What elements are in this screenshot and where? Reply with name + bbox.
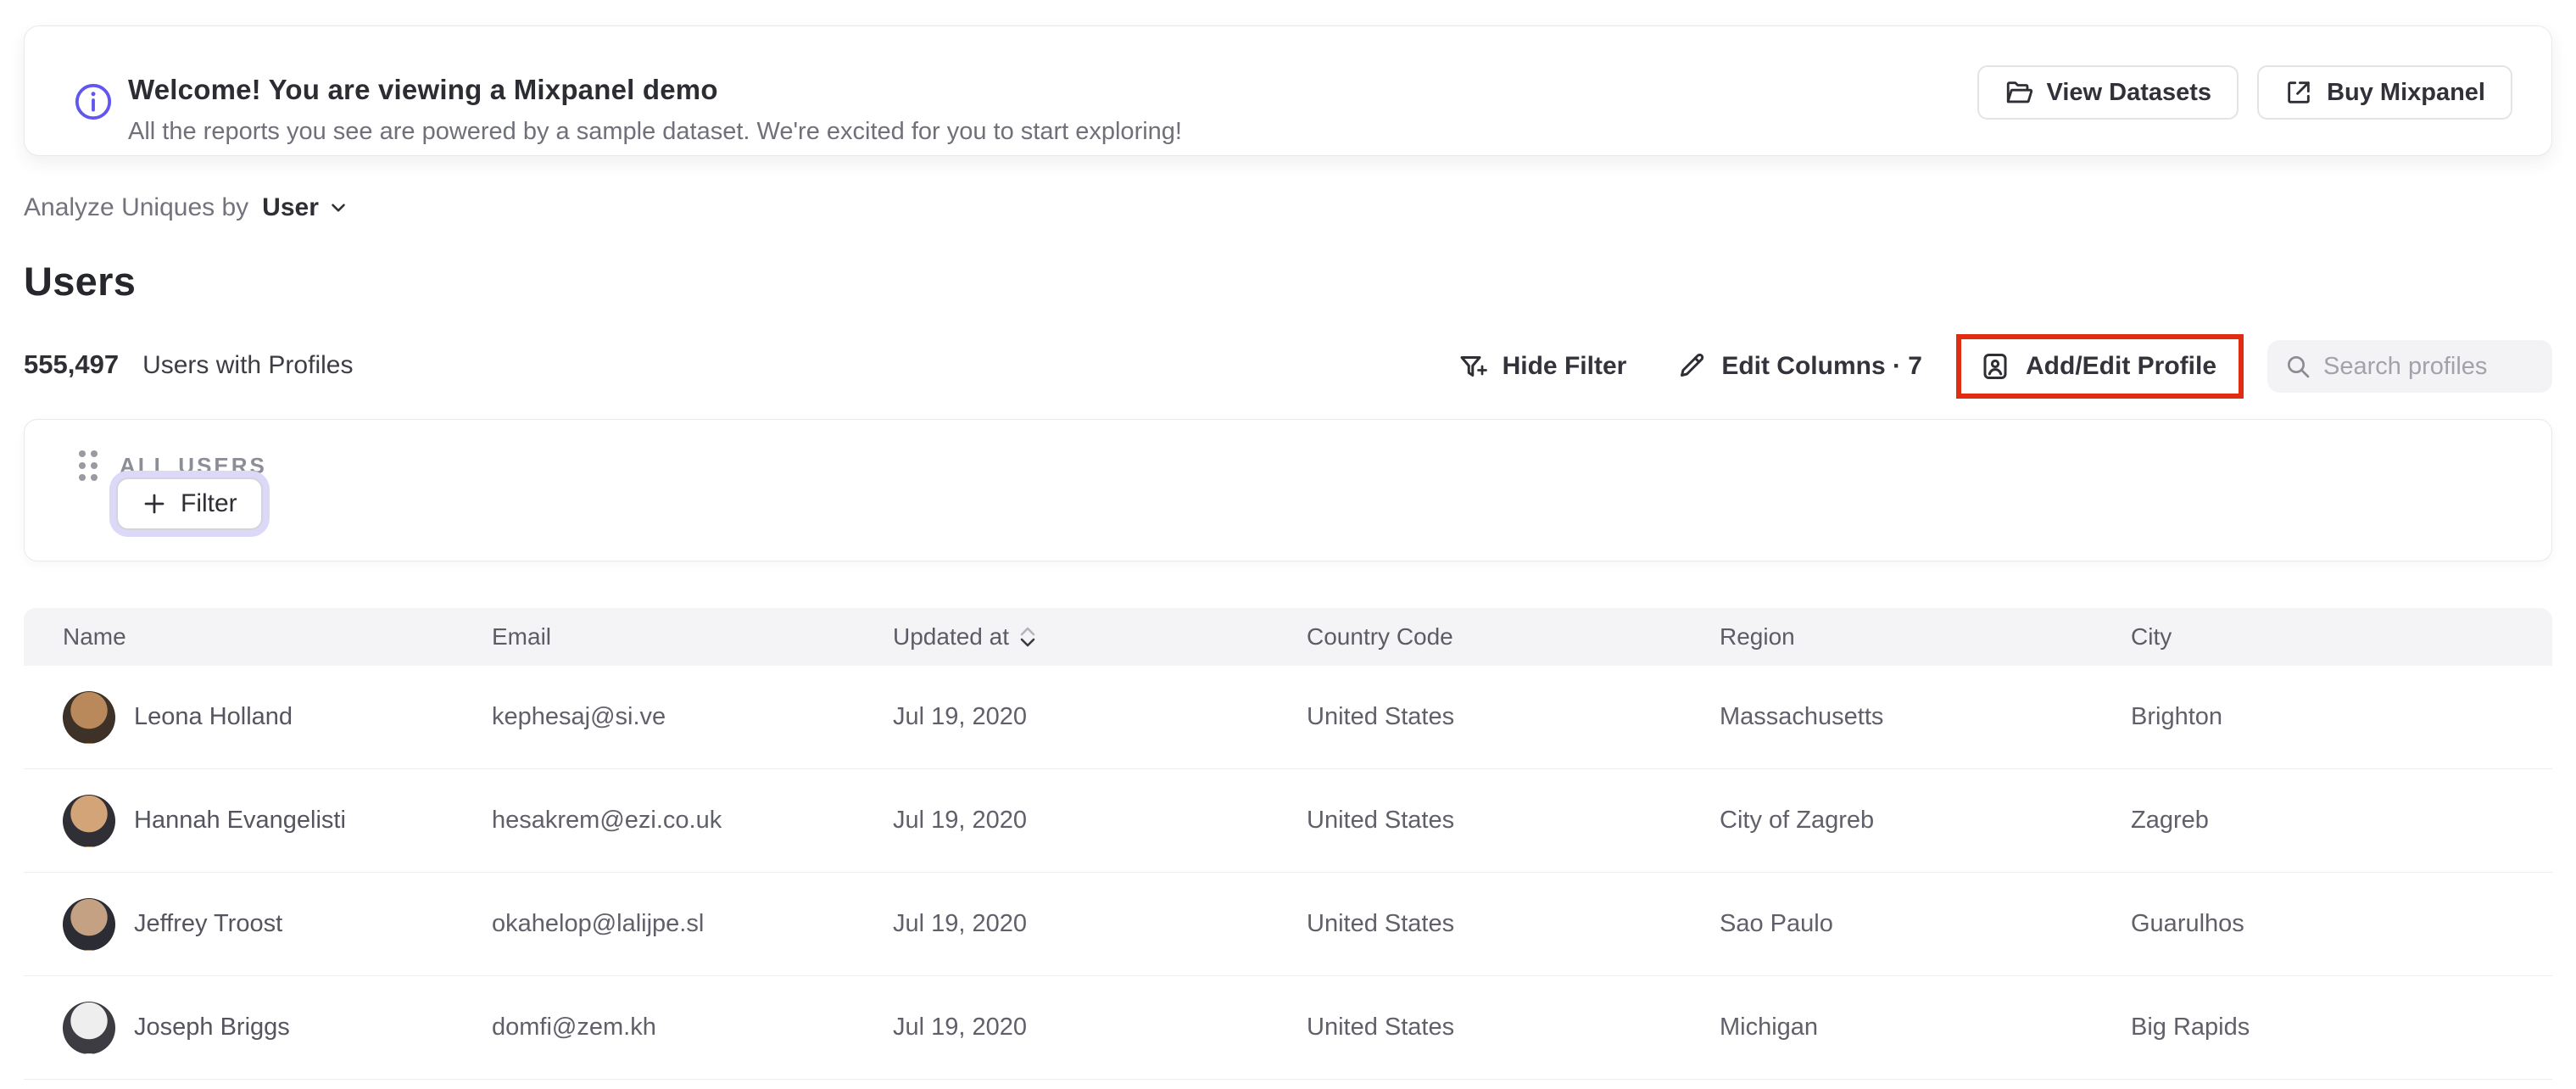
add-filter-label: Filter <box>181 489 237 517</box>
view-datasets-button[interactable]: View Datasets <box>1977 65 2239 120</box>
cell-city: Big Rapids <box>2131 1014 2250 1041</box>
search-profiles-box[interactable] <box>2267 340 2552 393</box>
cell-city: Guarulhos <box>2131 910 2244 937</box>
info-icon <box>75 83 112 120</box>
filter-panel: ALL USERS Filter <box>24 419 2552 561</box>
column-header-updated-at[interactable]: Updated at <box>854 608 1268 666</box>
avatar <box>63 897 115 951</box>
banner-title: Welcome! You are viewing a Mixpanel demo <box>128 74 718 105</box>
cell-email: okahelop@lalijpe.sl <box>492 910 705 937</box>
cell-email: domfi@zem.kh <box>492 1014 656 1041</box>
banner-actions: View Datasets Buy Mixpanel <box>1977 65 2512 120</box>
search-icon <box>2288 356 2310 378</box>
analyze-uniques-row: Analyze Uniques by User <box>24 193 349 222</box>
analyze-uniques-label: Analyze Uniques by <box>24 193 249 221</box>
analyze-by-dropdown[interactable]: User <box>262 193 349 222</box>
edit-columns-label: Edit Columns · 7 <box>1721 352 1922 380</box>
annotation-highlight-box: Add/Edit Profile <box>1956 334 2244 399</box>
cell-country-code: United States <box>1307 807 1455 834</box>
cell-country-code: United States <box>1307 910 1455 937</box>
cell-email: kephesaj@si.ve <box>492 703 666 730</box>
profiles-count-row: 555,497 Users with Profiles <box>24 349 353 380</box>
profiles-count-label: Users with Profiles <box>142 351 354 379</box>
cell-country-code: United States <box>1307 703 1455 730</box>
cell-city: Brighton <box>2131 703 2223 730</box>
demo-banner: Welcome! You are viewing a Mixpanel demo… <box>24 25 2552 156</box>
cell-name: Joseph Briggs <box>24 976 453 1079</box>
avatar <box>63 690 115 744</box>
cell-region: City of Zagreb <box>1720 807 1875 834</box>
profile-badge-icon <box>1983 354 2007 379</box>
banner-text: Welcome! You are viewing a Mixpanel demo… <box>128 74 1182 146</box>
cell-region: Michigan <box>1720 1014 1819 1041</box>
buy-mixpanel-button[interactable]: Buy Mixpanel <box>2257 65 2512 120</box>
table-toolbar: Hide Filter Edit Columns · 7 Add/Edit Pr… <box>1457 332 2552 400</box>
view-datasets-label: View Datasets <box>2046 78 2212 106</box>
cell-updated-at: Jul 19, 2020 <box>893 1014 1028 1041</box>
table-row[interactable]: Jeffrey Troost okahelop@lalijpe.sl Jul 1… <box>24 873 2552 976</box>
column-header-email[interactable]: Email <box>453 608 854 666</box>
cell-name: Leona Holland <box>24 666 453 768</box>
filter-button-focus-ring: Filter <box>109 471 270 537</box>
cell-region: Sao Paulo <box>1720 910 1833 937</box>
column-header-country-code[interactable]: Country Code <box>1268 608 1681 666</box>
analyze-by-value: User <box>262 193 319 221</box>
table-row[interactable]: Leona Holland kephesaj@si.ve Jul 19, 202… <box>24 666 2552 769</box>
buy-mixpanel-label: Buy Mixpanel <box>2327 78 2485 106</box>
add-edit-profile-label: Add/Edit Profile <box>2026 352 2216 380</box>
pencil-icon <box>1681 353 1704 377</box>
cell-region: Massachusetts <box>1720 703 1884 730</box>
cell-name: Jeffrey Troost <box>24 873 453 975</box>
cell-city: Zagreb <box>2131 807 2209 834</box>
banner-subtitle: All the reports you see are powered by a… <box>128 118 1182 145</box>
avatar <box>63 794 115 847</box>
sort-icon <box>1019 626 1036 648</box>
column-header-region[interactable]: Region <box>1681 608 2092 666</box>
cell-updated-at: Jul 19, 2020 <box>893 703 1028 730</box>
add-filter-button[interactable]: Filter <box>116 477 263 530</box>
table-row[interactable]: Joseph Briggs domfi@zem.kh Jul 19, 2020 … <box>24 976 2552 1080</box>
drag-handle-icon[interactable] <box>79 450 98 481</box>
cell-country-code: United States <box>1307 1014 1455 1041</box>
search-profiles-input[interactable] <box>2323 352 2535 381</box>
edit-columns-button[interactable]: Edit Columns · 7 <box>1676 351 1922 382</box>
table-row[interactable]: Hannah Evangelisti hesakrem@ezi.co.uk Ju… <box>24 769 2552 873</box>
users-table: Name Email Updated at Country Code Regio… <box>24 608 2552 1080</box>
hide-filter-button[interactable]: Hide Filter <box>1457 351 1627 382</box>
column-header-name[interactable]: Name <box>24 608 453 666</box>
cell-email: hesakrem@ezi.co.uk <box>492 807 722 834</box>
cell-updated-at: Jul 19, 2020 <box>893 910 1028 937</box>
add-edit-profile-button[interactable]: Add/Edit Profile <box>1980 351 2216 382</box>
chevron-down-icon <box>332 204 345 212</box>
table-header-row: Name Email Updated at Country Code Regio… <box>24 608 2552 666</box>
plus-icon <box>144 494 164 514</box>
external-link-icon <box>2288 81 2310 103</box>
avatar <box>63 1001 115 1054</box>
page-title: Users <box>24 259 137 304</box>
cell-updated-at: Jul 19, 2020 <box>893 807 1028 834</box>
folder-icon <box>2006 81 2032 103</box>
profiles-count: 555,497 <box>24 349 120 379</box>
cell-name: Hannah Evangelisti <box>24 769 453 872</box>
users-page: Welcome! You are viewing a Mixpanel demo… <box>0 0 2576 1089</box>
hide-filter-label: Hide Filter <box>1502 352 1627 380</box>
filter-icon <box>1460 356 1487 377</box>
column-header-city[interactable]: City <box>2092 608 2552 666</box>
